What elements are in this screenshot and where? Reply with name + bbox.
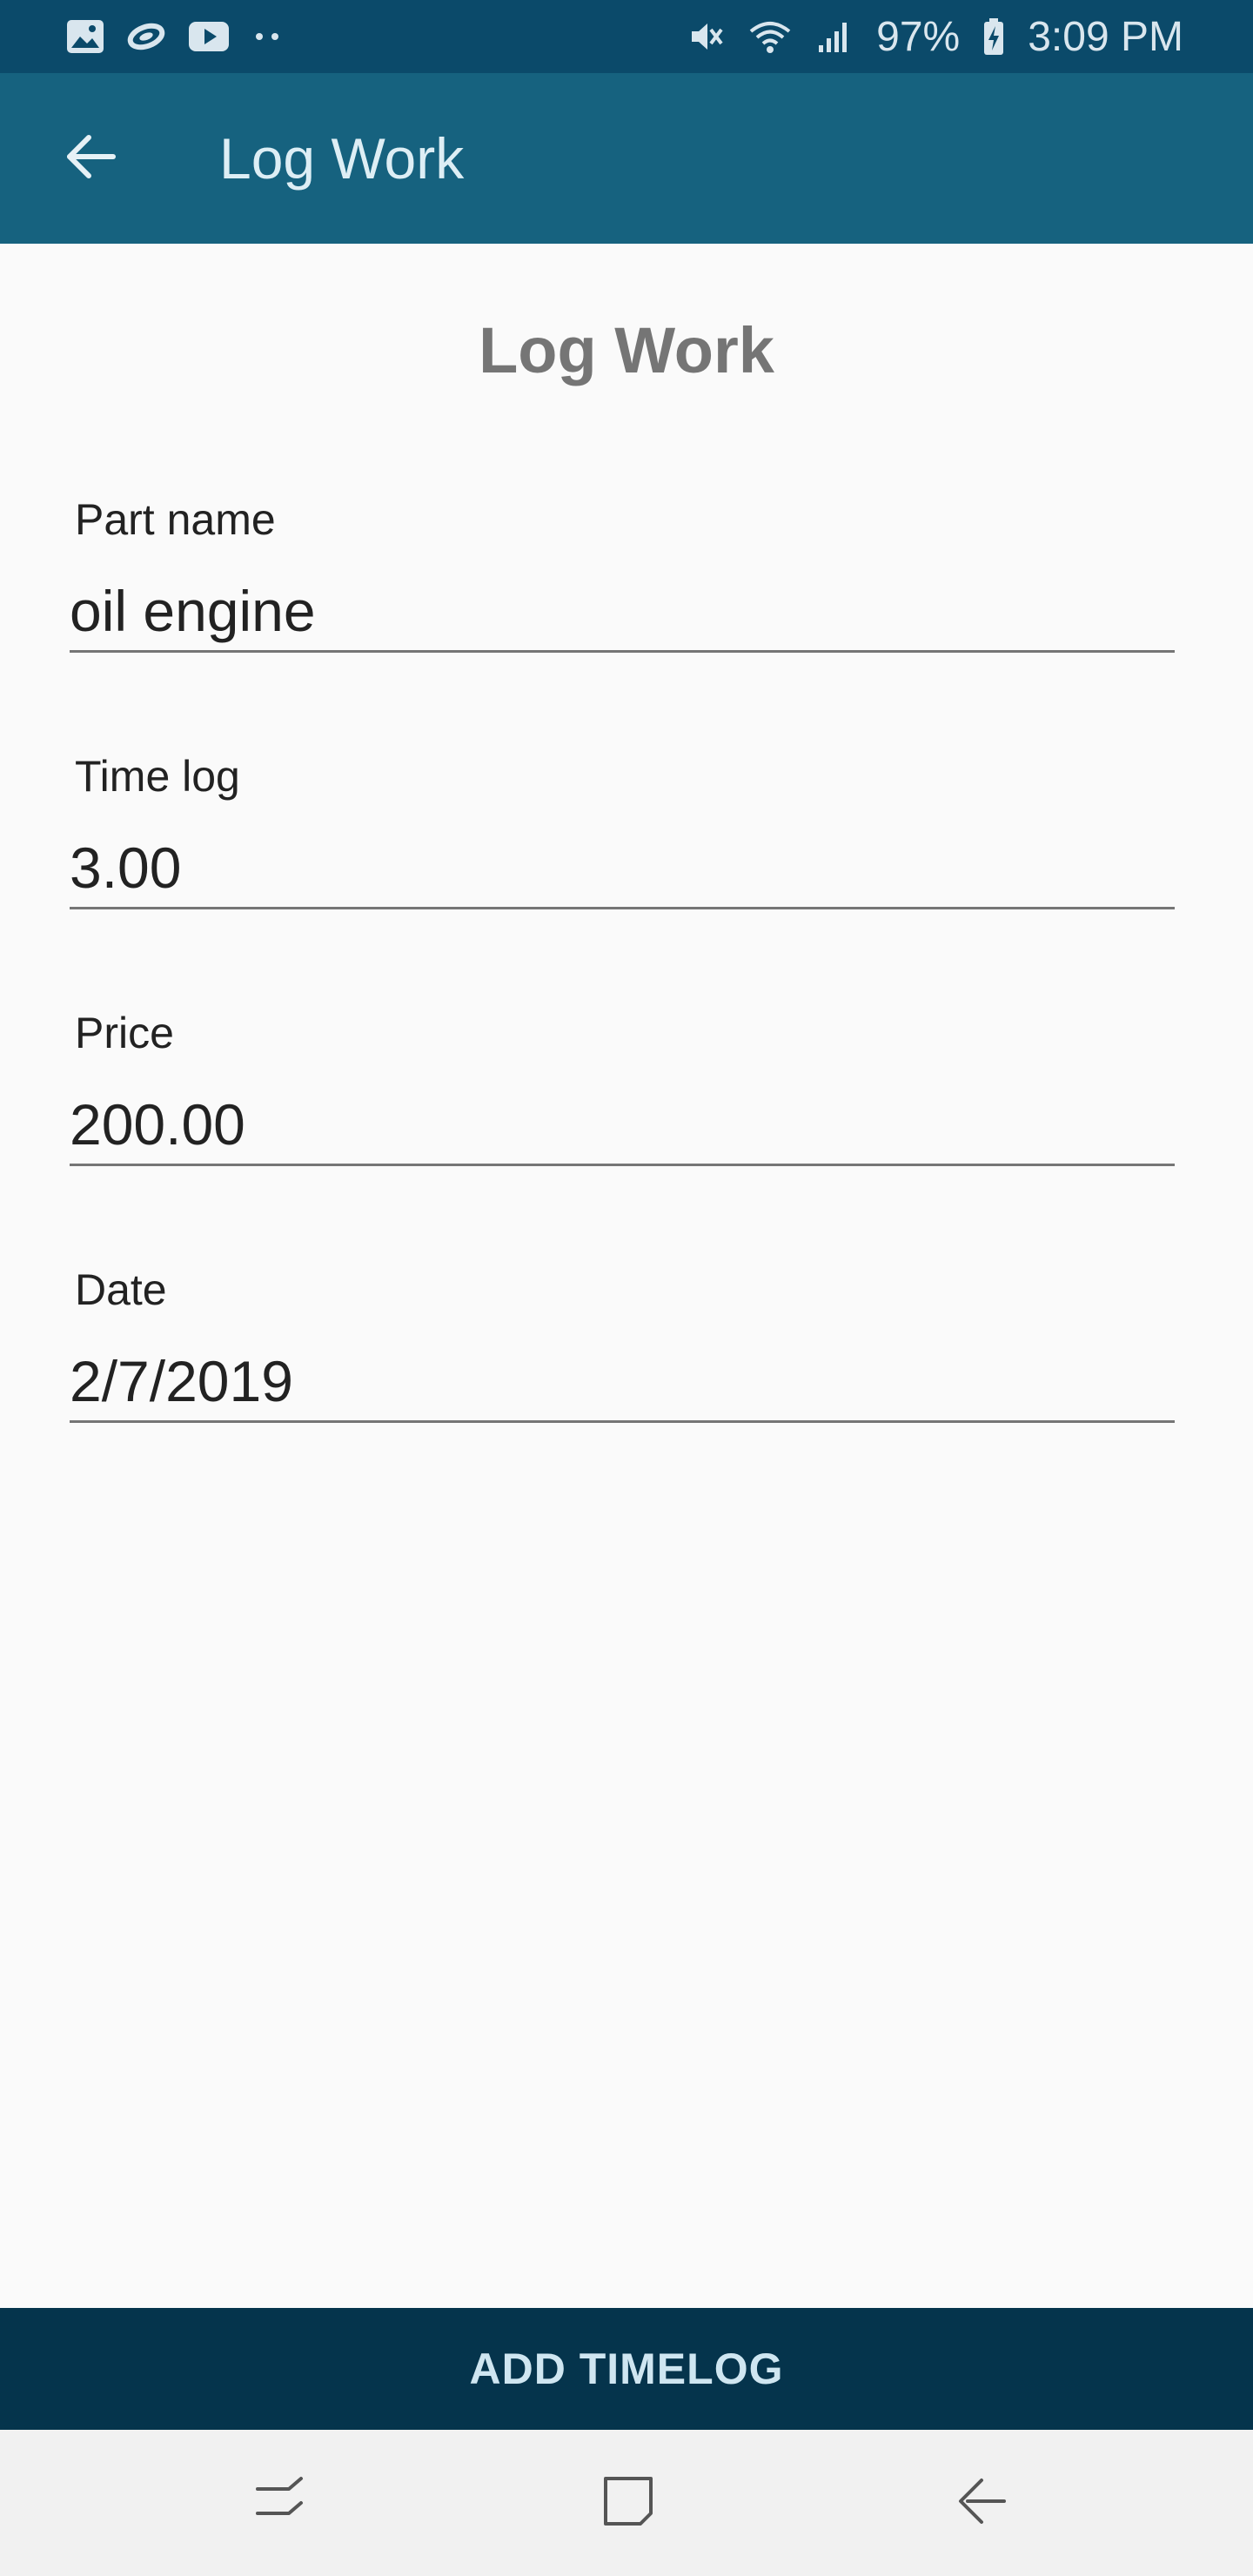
recents-button[interactable] <box>228 2451 332 2555</box>
youtube-icon <box>188 21 230 52</box>
nav-back-button[interactable] <box>929 2451 1034 2555</box>
status-system: 97% 3:09 PM <box>687 13 1183 61</box>
part-name-label: Part name <box>75 495 276 544</box>
back-icon <box>955 2475 1008 2532</box>
date-input[interactable] <box>70 1352 1175 1423</box>
more-dots-icon <box>252 31 284 42</box>
status-bar: 97% 3:09 PM <box>0 0 1253 73</box>
home-button[interactable] <box>576 2451 680 2555</box>
signal-icon <box>815 17 854 56</box>
mute-icon <box>687 17 725 56</box>
wifi-icon <box>747 17 793 56</box>
system-nav-bar <box>0 2430 1253 2576</box>
page-title: Log Work <box>479 314 774 386</box>
add-timelog-button[interactable]: ADD TIMELOG <box>0 2308 1253 2430</box>
gallery-icon <box>66 19 104 54</box>
back-button[interactable] <box>49 117 132 200</box>
recents-icon <box>254 2475 306 2532</box>
price-label: Price <box>75 1009 174 1057</box>
app-title: Log Work <box>219 126 465 191</box>
battery-percent: 97% <box>876 13 961 60</box>
date-label: Date <box>75 1265 167 1314</box>
time-log-input[interactable] <box>70 838 1175 909</box>
price-input[interactable] <box>70 1095 1175 1166</box>
status-notifications <box>66 19 284 54</box>
link-icon <box>127 19 165 54</box>
app-bar: Log Work <box>0 73 1253 244</box>
arrow-left-icon <box>64 134 117 184</box>
time-log-label: Time log <box>75 752 240 801</box>
home-icon <box>602 2475 654 2532</box>
clock: 3:09 PM <box>1028 13 1183 60</box>
part-name-input[interactable] <box>70 581 1175 653</box>
battery-charging-icon <box>982 17 1005 56</box>
